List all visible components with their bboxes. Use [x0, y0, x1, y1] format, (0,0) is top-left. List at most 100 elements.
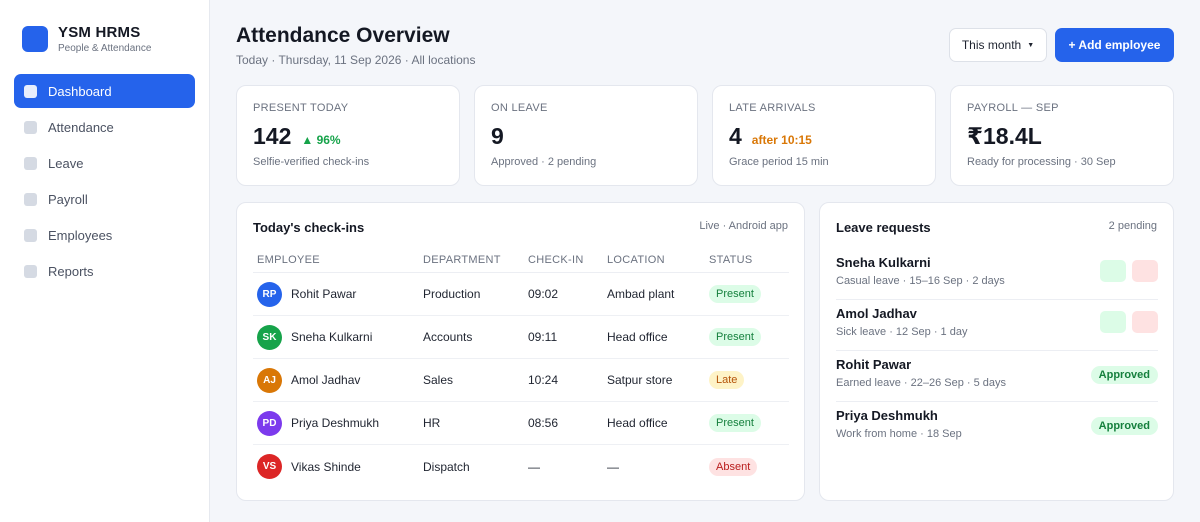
column-header: EMPLOYEE	[257, 253, 320, 266]
location-cell: Head office	[607, 330, 668, 344]
checkins-table: EMPLOYEE DEPARTMENT CHECK-IN LOCATION ST…	[253, 247, 789, 488]
employee-name: Vikas Shinde	[291, 459, 361, 474]
status-cell: Present	[709, 285, 789, 303]
employee-cell: PD Priya Deshmukh	[253, 410, 423, 436]
leave-detail: Casual leave · 15–16 Sep · 2 days	[836, 275, 1005, 287]
status-badge: Present	[709, 414, 761, 432]
reject-button[interactable]	[1132, 311, 1158, 333]
employees-icon	[24, 228, 37, 242]
attendance-icon	[24, 120, 37, 134]
sidebar-item-payroll[interactable]: Payroll	[14, 182, 195, 216]
avatar: SK	[257, 324, 282, 350]
stat-label: PAYROLL — SEP	[967, 102, 1059, 114]
payroll-icon	[24, 192, 37, 206]
column-header: STATUS	[709, 253, 753, 266]
sidebar-item-leave[interactable]: Leave	[14, 146, 195, 180]
dashboard-icon	[24, 84, 37, 98]
stat-label: ON LEAVE	[491, 102, 548, 114]
leave-employee-name: Rohit Pawar	[836, 357, 912, 372]
status-badge: Approved	[1090, 417, 1158, 435]
approve-button[interactable]	[1100, 311, 1126, 333]
stat-note: Grace period 15 min	[729, 156, 829, 168]
sidebar-item-label: Attendance	[48, 119, 114, 135]
leave-list: Sneha Kulkarni Casual leave · 15–16 Sep ·…	[836, 249, 1158, 453]
status-badge: Present	[709, 328, 761, 346]
employee-name: Priya Deshmukh	[291, 416, 380, 430]
check-in-time-cell: 10:24	[528, 373, 559, 387]
status-badge: Late	[709, 371, 745, 389]
stat-value: 142	[253, 123, 292, 149]
check-in-time-cell: 08:56	[528, 416, 559, 430]
stat-note: Ready for processing · 30 Sep	[967, 156, 1116, 168]
stat-card-late: LATE ARRIVALS 4 after 10:15 Grace period…	[712, 85, 936, 186]
leave-request-item: Amol Jadhav Sick leave · 12 Sep · 1 day	[836, 300, 1158, 351]
location-cell: Head office	[607, 416, 668, 430]
table-header: EMPLOYEE DEPARTMENT CHECK-IN LOCATION ST…	[253, 247, 789, 273]
status-cell: Present	[709, 328, 789, 346]
chevron-down-icon: ▼	[1027, 41, 1035, 49]
approve-button[interactable]	[1100, 260, 1126, 282]
checkins-title: Today's check-ins	[253, 220, 365, 235]
department-cell: Dispatch	[423, 459, 470, 474]
employee-name: Amol Jadhav	[291, 373, 361, 387]
sidebar-nav: Dashboard Attendance Leave Payroll Emplo…	[14, 74, 195, 290]
department-cell: HR	[423, 416, 441, 430]
add-employee-button[interactable]: + Add employee	[1055, 28, 1174, 62]
status-cell: Present	[709, 414, 789, 432]
period-dropdown[interactable]: This month ▼	[949, 28, 1047, 62]
leave-request-item: Sneha Kulkarni Casual leave · 15–16 Sep ·…	[836, 249, 1158, 300]
sidebar-item-reports[interactable]: Reports	[14, 254, 195, 288]
status-cell: Late	[709, 371, 789, 389]
status-cell: Absent	[709, 457, 789, 476]
leave-employee-name: Amol Jadhav	[836, 306, 917, 321]
stat-note: Approved · 2 pending	[491, 156, 597, 168]
leave-requests-meta: 2 pending	[1108, 220, 1157, 232]
sidebar-item-dashboard[interactable]: Dashboard	[14, 74, 195, 108]
check-in-time-cell: 09:11	[528, 330, 558, 344]
table-row[interactable]: SK Sneha Kulkarni Accounts 09:11 Head office…	[253, 316, 789, 359]
column-header: DEPARTMENT	[423, 253, 501, 266]
employee-cell: VS Vikas Shinde	[253, 454, 423, 479]
stat-card-payroll: PAYROLL — SEP ₹18.4L Ready for processin…	[950, 85, 1174, 186]
reject-button[interactable]	[1132, 260, 1158, 282]
stat-card-present: PRESENT TODAY 142 ▲ 96% Selfie-verified …	[236, 85, 460, 186]
sidebar-item-label: Reports	[48, 263, 94, 279]
leave-employee-name: Sneha Kulkarni	[836, 255, 931, 270]
page-title: Attendance Overview	[236, 24, 450, 47]
avatar: AJ	[257, 367, 282, 393]
department-cell: Sales	[423, 373, 454, 387]
status-badge: Absent	[709, 457, 758, 476]
stat-delta: ▲ 96%	[301, 133, 341, 147]
check-in-time-cell: 09:02	[528, 287, 559, 301]
sidebar-item-attendance[interactable]: Attendance	[14, 110, 195, 144]
status-badge: Present	[709, 285, 761, 303]
status-badge: Approved	[1090, 366, 1158, 384]
avatar: PD	[257, 410, 282, 436]
location-cell: —	[607, 459, 619, 474]
avatar: RP	[257, 281, 282, 307]
table-row[interactable]: PD Priya Deshmukh HR 08:56 Head office Presen…	[253, 402, 789, 445]
leave-detail: Sick leave · 12 Sep · 1 day	[836, 326, 968, 338]
check-in-time-cell: —	[528, 459, 540, 474]
department-cell: Accounts	[423, 330, 473, 344]
employee-cell: AJ Amol Jadhav	[253, 367, 423, 393]
sidebar-item-employees[interactable]: Employees	[14, 218, 195, 252]
page-subtitle: Today · Thursday, 11 Sep 2026 · All loca…	[236, 53, 476, 67]
leave-actions	[1100, 311, 1158, 333]
table-row[interactable]: VS Vikas Shinde Dispatch — — Absent	[253, 445, 789, 488]
stat-label: PRESENT TODAY	[253, 102, 349, 114]
avatar: VS	[257, 454, 282, 479]
leave-request-item: Priya Deshmukh Work from home · 18 Sep App…	[836, 402, 1158, 453]
table-row[interactable]: RP Rohit Pawar Production 09:02 Ambad plant P…	[253, 273, 789, 316]
stat-label: LATE ARRIVALS	[729, 102, 816, 114]
stat-delta: after 10:15	[751, 133, 812, 147]
brand-name: YSM HRMS	[58, 24, 141, 41]
table-row[interactable]: AJ Amol Jadhav Sales 10:24 Satpur store Late	[253, 359, 789, 402]
stat-card-on-leave: ON LEAVE 9 Approved · 2 pending	[474, 85, 698, 186]
leave-detail: Work from home · 18 Sep	[836, 428, 962, 440]
department-cell: Production	[423, 287, 481, 301]
brand-subtitle: People & Attendance	[58, 43, 152, 54]
stat-value: 9	[491, 123, 504, 149]
period-dropdown-value: This month	[961, 38, 1022, 52]
brand: YSM HRMS People & Attendance	[22, 24, 151, 54]
